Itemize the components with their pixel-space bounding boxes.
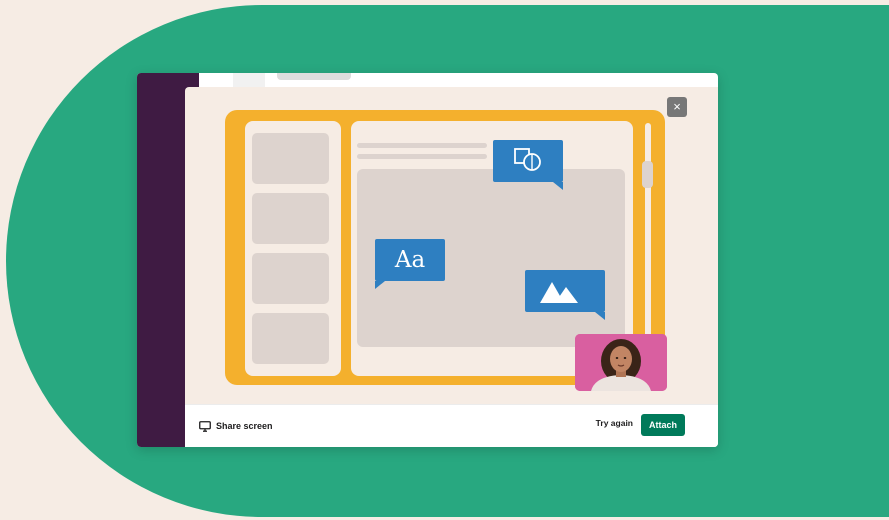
close-button[interactable]: × [667,97,687,117]
monitor-icon [199,420,211,432]
try-again-button[interactable]: Try again [596,418,633,428]
share-screen-button[interactable]: Share screen [199,416,273,436]
modal-footer: Share screen Try again Attach [185,404,718,447]
clip-recording-modal: Aa × Share screen Try again Attach [185,87,718,447]
background-tab [277,73,351,80]
typography-icon: Aa [394,247,426,273]
app-window: Aa × Share screen Try again Attach [137,73,718,447]
text-line-placeholder [357,154,487,159]
webcam-preview [575,334,667,391]
presenter-avatar [575,334,667,391]
scrollbar-thumb [642,161,653,188]
share-screen-label: Share screen [216,421,273,431]
thumbnail-placeholder [252,253,329,304]
thumbnail-placeholder [252,193,329,244]
text-line-placeholder [357,143,487,148]
thumbnail-placeholder [252,133,329,184]
thumbnail-placeholder [252,313,329,364]
attach-button[interactable]: Attach [641,414,685,436]
background-toolbar [233,73,265,87]
